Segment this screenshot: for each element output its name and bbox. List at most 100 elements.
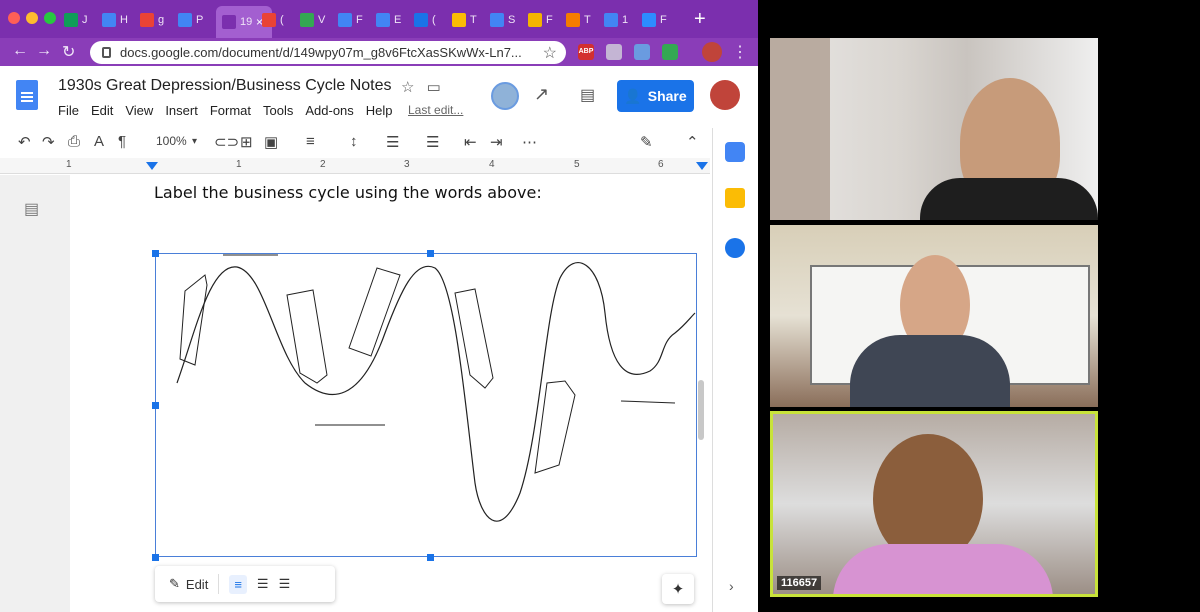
extension-icon[interactable] <box>662 44 678 60</box>
break-text-icon[interactable]: ☰ <box>279 576 291 592</box>
browser-tab[interactable]: F <box>528 10 570 30</box>
tab-favicon-icon <box>222 15 236 29</box>
video-tile[interactable] <box>770 38 1098 220</box>
spellcheck-icon[interactable]: A <box>94 133 104 150</box>
close-window-button[interactable] <box>8 12 20 24</box>
menu-help[interactable]: Help <box>366 103 393 118</box>
numbered-list-icon[interactable]: ☰ <box>386 133 399 151</box>
url-bar[interactable]: docs.google.com/document/d/149wpy07m_g8v… <box>90 41 566 64</box>
wrap-text-icon[interactable]: ☰ <box>257 576 269 592</box>
document-title[interactable]: 1930s Great Depression/Business Cycle No… <box>58 77 392 95</box>
explore-button[interactable]: ✦ <box>662 574 694 604</box>
resize-handle[interactable] <box>427 554 434 561</box>
align-left-icon[interactable]: ≡ <box>306 133 315 150</box>
menu-add-ons[interactable]: Add-ons <box>305 103 353 118</box>
browser-tab[interactable]: P <box>178 10 220 30</box>
comments-icon[interactable]: ▤ <box>580 85 595 105</box>
tab-label: V <box>318 14 326 26</box>
account-avatar[interactable] <box>710 80 740 110</box>
browser-tab[interactable]: 1 <box>604 10 646 30</box>
insert-image-icon[interactable]: ▣ <box>264 133 278 151</box>
body-text[interactable]: Label the business cycle using the words… <box>154 183 542 202</box>
tab-label: T <box>470 14 477 26</box>
reload-icon[interactable]: ↻ <box>62 42 75 62</box>
add-comment-icon[interactable]: ⊞ <box>240 133 253 151</box>
keep-icon[interactable] <box>725 188 745 208</box>
browser-tab[interactable]: g <box>140 10 182 30</box>
menu-format[interactable]: Format <box>210 103 251 118</box>
bookmark-star-icon[interactable]: ☆ <box>543 43 557 63</box>
minimize-window-button[interactable] <box>26 12 38 24</box>
tab-label: F <box>546 14 553 26</box>
menu-view[interactable]: View <box>125 103 153 118</box>
profile-avatar[interactable] <box>702 42 722 62</box>
decrease-indent-icon[interactable]: ⇤ <box>464 133 477 151</box>
more-options-icon[interactable]: ⋯ <box>522 133 537 151</box>
last-edit-link[interactable]: Last edit... <box>408 103 463 117</box>
video-tile-active-speaker[interactable]: 116657 <box>770 411 1098 597</box>
resize-handle[interactable] <box>152 250 159 257</box>
tasks-icon[interactable] <box>725 238 745 258</box>
print-icon[interactable]: ⎙ <box>68 133 80 150</box>
increase-indent-icon[interactable]: ⇥ <box>490 133 503 151</box>
paint-format-icon[interactable]: ¶ <box>118 133 126 150</box>
scrollbar-thumb[interactable] <box>698 380 704 440</box>
line-spacing-icon[interactable]: ↕ <box>350 133 358 150</box>
browser-tab[interactable]: J <box>64 10 106 30</box>
tab-label: T <box>584 14 591 26</box>
extension-icon[interactable] <box>634 44 650 60</box>
zoom-select[interactable]: 100% <box>156 134 187 148</box>
new-tab-button[interactable]: + <box>694 8 706 31</box>
browser-tab[interactable]: F <box>642 10 684 30</box>
collapse-toolbar-icon[interactable]: ⌃ <box>686 133 699 151</box>
browser-tab[interactable]: F <box>338 10 380 30</box>
resize-handle[interactable] <box>427 250 434 257</box>
browser-tab[interactable]: V <box>300 10 342 30</box>
back-icon[interactable]: ← <box>12 42 28 60</box>
calendar-icon[interactable] <box>725 142 745 162</box>
browser-tab[interactable]: ( <box>414 10 456 30</box>
tab-label: P <box>196 14 204 26</box>
bulleted-list-icon[interactable]: ☰ <box>426 133 439 151</box>
menu-tools[interactable]: Tools <box>263 103 293 118</box>
menu-file[interactable]: File <box>58 103 79 118</box>
left-indent-marker[interactable] <box>146 162 158 170</box>
star-icon[interactable]: ☆ <box>401 79 414 96</box>
browser-tab[interactable]: ( <box>262 10 304 30</box>
forward-icon[interactable]: → <box>36 42 52 60</box>
google-docs-icon[interactable] <box>16 80 38 110</box>
extension-icon[interactable] <box>606 44 622 60</box>
video-tile[interactable] <box>770 225 1098 407</box>
url-text: docs.google.com/document/d/149wpy07m_g8v… <box>120 45 522 60</box>
resize-handle[interactable] <box>152 402 159 409</box>
browser-tab[interactable]: T <box>452 10 494 30</box>
expand-panel-icon[interactable]: › <box>729 578 734 594</box>
menu-insert[interactable]: Insert <box>165 103 198 118</box>
activity-icon[interactable]: ↗ <box>534 84 549 105</box>
tab-label: 1 <box>622 14 629 26</box>
maximize-window-button[interactable] <box>44 12 56 24</box>
right-indent-marker[interactable] <box>696 162 708 170</box>
menu-edit[interactable]: Edit <box>91 103 113 118</box>
edit-image-button[interactable]: Edit <box>186 577 208 592</box>
resize-handle[interactable] <box>152 554 159 561</box>
editing-mode-icon[interactable]: ✎ <box>640 133 653 151</box>
collaborator-avatar[interactable] <box>491 82 519 110</box>
redo-icon[interactable]: ↷ <box>42 133 55 151</box>
tab-label: F <box>356 14 363 26</box>
chevron-down-icon[interactable]: ▾ <box>192 136 197 147</box>
link-icon[interactable]: ⊂⊃ <box>214 133 239 151</box>
adblock-extension-icon[interactable]: ABP <box>578 44 594 60</box>
inline-wrap-icon[interactable]: ≡ <box>229 574 247 594</box>
participant-body <box>833 544 1053 594</box>
browser-tab[interactable]: E <box>376 10 418 30</box>
browser-tab[interactable]: S <box>490 10 532 30</box>
browser-menu-icon[interactable]: ⋮ <box>732 42 748 62</box>
share-button[interactable]: 👤 Share <box>617 80 694 112</box>
ruler-number: 5 <box>574 159 580 170</box>
move-folder-icon[interactable]: ▭ <box>427 79 441 96</box>
document-outline-icon[interactable]: ▤ <box>24 199 39 219</box>
undo-icon[interactable]: ↶ <box>18 133 31 151</box>
browser-tab[interactable]: T <box>566 10 608 30</box>
browser-tab[interactable]: H <box>102 10 144 30</box>
